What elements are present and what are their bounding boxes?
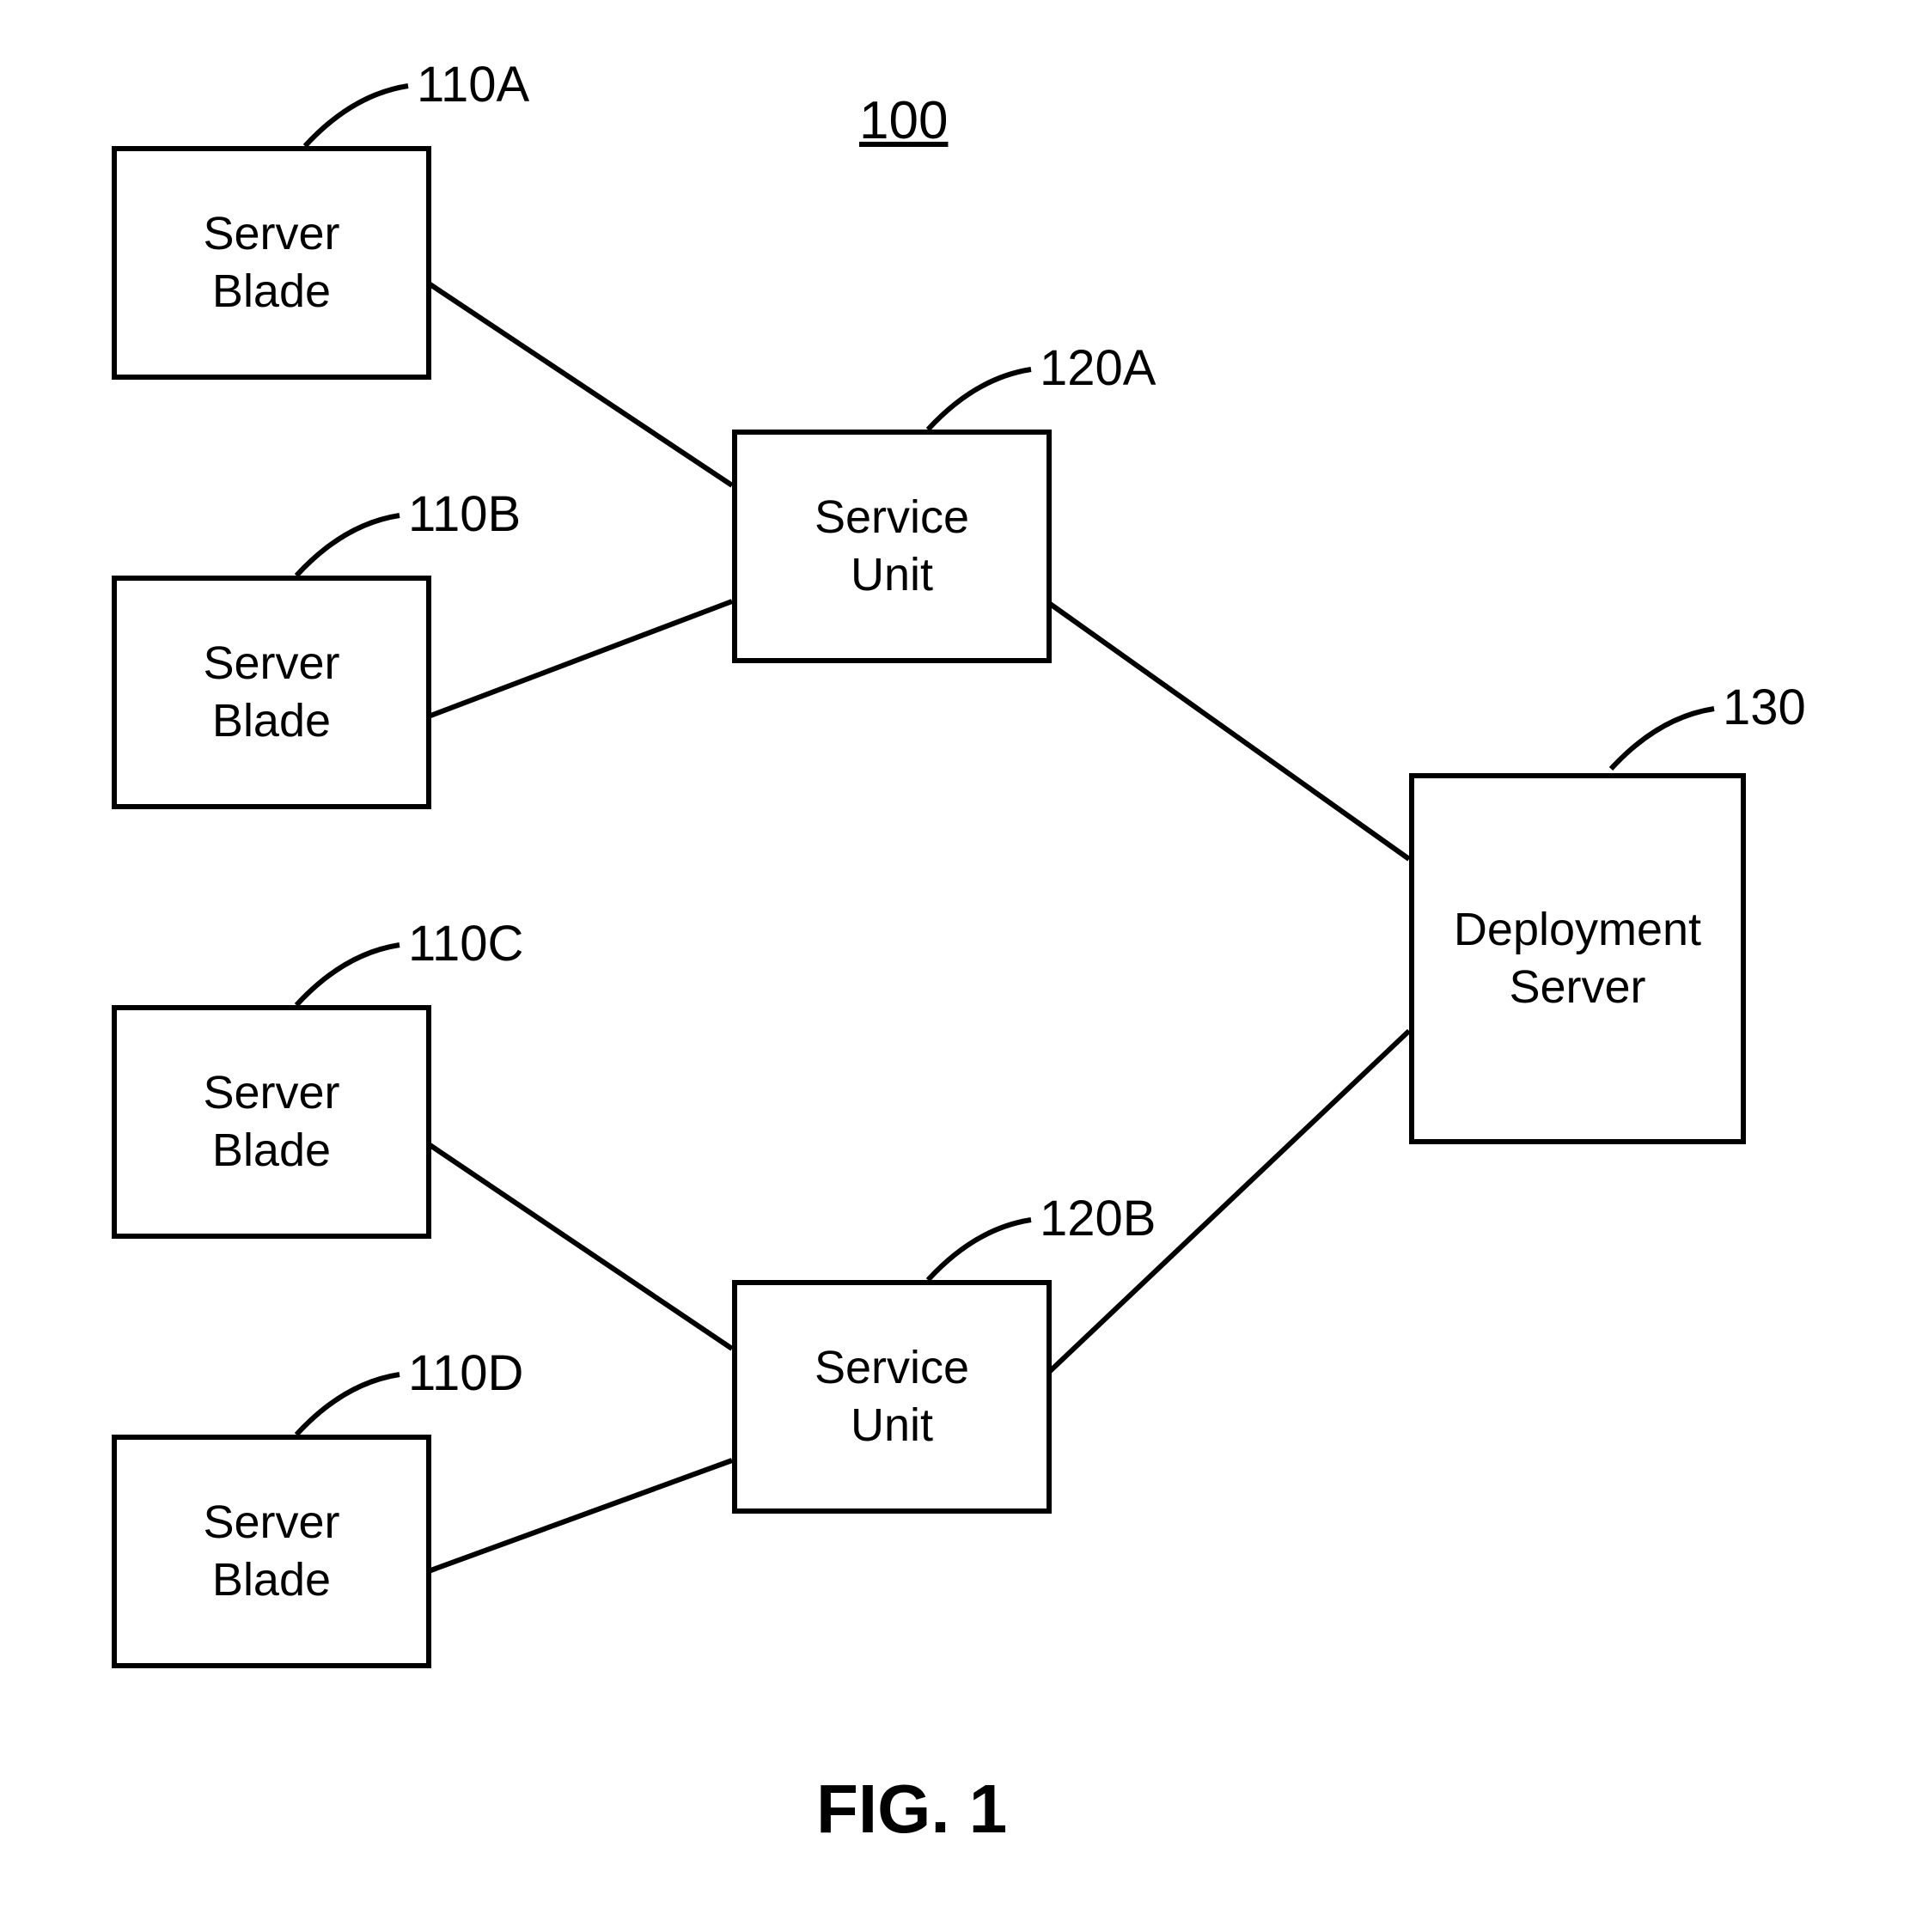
server-blade-a-label: Server Blade: [203, 205, 339, 321]
deployment-server-label: Deployment Server: [1454, 901, 1701, 1017]
callout-110b: 110B: [408, 485, 521, 543]
callout-arc-120a: [924, 365, 1035, 442]
callout-arc-110c: [292, 941, 404, 1018]
server-blade-b-label: Server Blade: [203, 635, 339, 751]
callout-arc-130: [1607, 704, 1718, 782]
server-blade-d-label: Server Blade: [203, 1494, 339, 1610]
callout-120a: 120A: [1040, 339, 1156, 397]
deployment-server: Deployment Server: [1409, 773, 1746, 1144]
diagram-canvas: Server Blade 110A Server Blade 110B Serv…: [0, 0, 1910, 1932]
callout-110d: 110D: [408, 1344, 523, 1402]
callout-130: 130: [1723, 679, 1806, 736]
service-unit-b: Service Unit: [732, 1280, 1052, 1514]
callout-120b: 120B: [1040, 1190, 1156, 1247]
callout-arc-110b: [292, 511, 404, 588]
service-unit-a: Service Unit: [732, 430, 1052, 663]
server-blade-d: Server Blade: [112, 1435, 431, 1668]
callout-110a: 110A: [417, 56, 529, 113]
server-blade-a: Server Blade: [112, 146, 431, 380]
service-unit-b-label: Service Unit: [815, 1339, 969, 1455]
callout-110c: 110C: [408, 915, 523, 972]
figure-id: 100: [859, 90, 948, 151]
server-blade-b: Server Blade: [112, 576, 431, 809]
callout-arc-120b: [924, 1216, 1035, 1293]
service-unit-a-label: Service Unit: [815, 489, 969, 605]
server-blade-c-label: Server Blade: [203, 1064, 339, 1180]
callout-arc-110a: [301, 82, 412, 159]
callout-arc-110d: [292, 1370, 404, 1447]
figure-caption: FIG. 1: [816, 1770, 1007, 1849]
server-blade-c: Server Blade: [112, 1005, 431, 1239]
